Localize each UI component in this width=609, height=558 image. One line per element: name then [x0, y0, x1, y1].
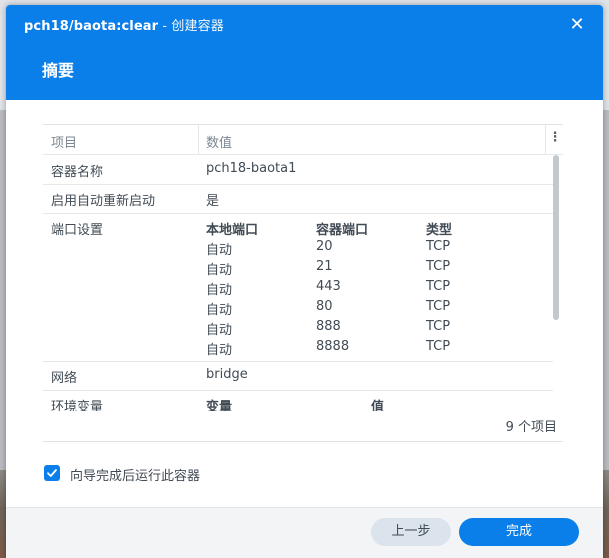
create-container-dialog: pch18/baota:clear - 创建容器 ✕ 摘要 项目 数值 ⋮ 容器…: [6, 5, 603, 558]
column-menu-icon[interactable]: ⋮: [548, 130, 562, 145]
item-count: 9 个项目: [505, 420, 557, 435]
dialog-title: pch18/baota:clear - 创建容器: [24, 15, 224, 34]
dialog-title-subtitle: - 创建容器: [158, 19, 224, 34]
port-container: 888: [316, 319, 341, 334]
port-local: 自动: [206, 243, 233, 258]
env-header-value: 值: [371, 400, 385, 411]
column-divider: [198, 125, 199, 154]
close-icon[interactable]: ✕: [567, 15, 587, 35]
dialog-header: pch18/baota:clear - 创建容器 ✕ 摘要: [6, 5, 603, 100]
table-row: 容器名称 pch18-baota1: [43, 155, 553, 185]
dialog-title-image: pch18/baota:clear: [24, 19, 159, 34]
checkmark-icon: [47, 469, 57, 477]
port-container: 8888: [316, 339, 350, 354]
column-header-value[interactable]: 数值: [206, 132, 232, 151]
port-type: TCP: [426, 299, 451, 314]
port-type: TCP: [426, 239, 451, 254]
env-header-variable: 变量: [206, 400, 233, 411]
port-local: 自动: [206, 303, 233, 318]
port-local: 自动: [206, 283, 233, 298]
previous-button[interactable]: 上一步: [371, 518, 451, 546]
section-title: 摘要: [42, 61, 75, 80]
port-local: 自动: [206, 263, 233, 278]
port-type: TCP: [426, 319, 451, 334]
port-container: 21: [316, 259, 333, 274]
table-row: 启用自动重新启动 是: [43, 184, 553, 214]
port-type: TCP: [426, 279, 451, 294]
port-container: 443: [316, 279, 341, 294]
row-key-ports: 端口设置: [51, 223, 104, 238]
column-header-item[interactable]: 项目: [51, 132, 77, 151]
row-value-container-name: pch18-baota1: [206, 161, 297, 176]
port-local: 自动: [206, 343, 233, 358]
table-header: 项目 数值 ⋮: [43, 125, 563, 155]
row-value-network: bridge: [206, 367, 248, 382]
ports-header-local: 本地端口: [206, 223, 259, 238]
summary-table: 项目 数值 ⋮ 容器名称 pch18-baota1 启用自动重新启动 是 端口设…: [43, 124, 563, 442]
row-key-autorestart: 启用自动重新启动: [51, 194, 156, 209]
ports-header-type: 类型: [426, 223, 453, 238]
ports-header-container: 容器端口: [316, 223, 369, 238]
table-row: 环境变量 变量 值: [43, 390, 553, 411]
run-after-wizard-checkbox[interactable]: [44, 465, 60, 481]
table-scrollbar[interactable]: [553, 155, 559, 320]
row-key-env: 环境变量: [51, 400, 104, 411]
finish-button[interactable]: 完成: [459, 518, 579, 546]
table-row: 端口设置 本地端口 容器端口 类型 自动 20 TCP 自动 21 TCP 自动…: [43, 213, 553, 362]
port-type: TCP: [426, 339, 451, 354]
run-after-wizard-label[interactable]: 向导完成后运行此容器: [70, 465, 200, 484]
column-divider: [545, 125, 546, 154]
port-container: 20: [316, 239, 333, 254]
port-type: TCP: [426, 259, 451, 274]
port-container: 80: [316, 299, 333, 314]
row-key-network: 网络: [51, 371, 78, 386]
table-body: 容器名称 pch18-baota1 启用自动重新启动 是 端口设置 本地端口 容…: [43, 155, 553, 411]
table-row: 网络 bridge: [43, 361, 553, 391]
row-value-autorestart: 是: [206, 194, 220, 209]
dialog-footer: 上一步 完成: [6, 507, 603, 558]
row-key-container-name: 容器名称: [51, 165, 104, 180]
port-local: 自动: [206, 323, 233, 338]
